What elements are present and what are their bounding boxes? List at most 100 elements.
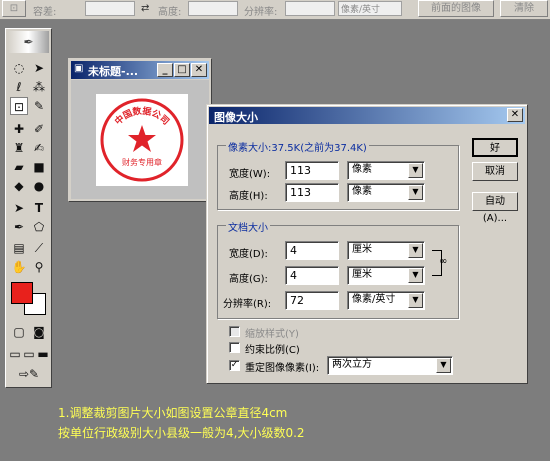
history-brush-icon[interactable]: ✍ (30, 139, 48, 157)
hand-tool-icon[interactable]: ✋ (10, 258, 28, 276)
pixel-width-label: 宽度(W): (229, 169, 271, 180)
document-size-legend: 文档大小 (226, 219, 270, 234)
seal-arc-text: 中国数据公司 (112, 105, 171, 128)
path-select-icon[interactable]: ➤ (10, 199, 28, 217)
seal-image: 中国数据公司 财务专用章 (100, 98, 184, 182)
pixel-dimensions-legend: 像素大小:37.5K(之前为37.4K) (226, 139, 369, 154)
doc-width-label: 宽度(D): (229, 249, 268, 260)
chevron-down-icon: ▼ (408, 185, 423, 200)
move-tool-icon[interactable]: ➤ (30, 59, 48, 77)
swap-icon[interactable]: ⇄ (141, 3, 149, 14)
close-button[interactable]: ✕ (191, 63, 207, 77)
height-label: 高度: (158, 7, 182, 18)
doc-width-unit-select[interactable]: 厘米 ▼ (347, 241, 425, 260)
doc-width-field[interactable]: 4 (285, 241, 339, 260)
type-tool-icon[interactable]: T (30, 199, 48, 217)
healing-brush-icon[interactable]: ✚ (10, 120, 28, 138)
dialog-titlebar[interactable]: 图像大小 ✕ (209, 107, 525, 124)
doc-height-field[interactable]: 4 (285, 266, 339, 285)
resolution-label: 分辨率: (244, 7, 278, 18)
caption-line-2: 按单位行政级别大小县级一般为4,大小级数0.2 (58, 426, 305, 440)
jump-to-imageready-icon[interactable]: ⇨✎ (10, 365, 48, 383)
pixel-width-unit-select[interactable]: 像素 ▼ (347, 161, 425, 180)
standard-mode-icon[interactable]: ▢ (10, 323, 28, 341)
front-image-button[interactable]: 前面的图像 (418, 0, 494, 17)
image-size-dialog: 图像大小 ✕ 像素大小:37.5K(之前为37.4K) 宽度(W): 113 像… (206, 104, 528, 384)
dialog-close-button[interactable]: ✕ (507, 108, 523, 122)
screen-mode-1-icon[interactable]: ▭ (8, 345, 22, 363)
unit-select[interactable]: 像素/英寸 (338, 1, 402, 16)
crop-icon: ⊡ (9, 3, 19, 14)
document-title: 未标题-... (88, 65, 139, 78)
tolerance-input[interactable] (85, 1, 135, 16)
doc-height-unit-select[interactable]: 厘米 ▼ (347, 266, 425, 285)
chevron-down-icon: ▼ (408, 243, 423, 258)
chevron-down-icon: ▼ (408, 293, 423, 308)
svg-text:中国数据公司: 中国数据公司 (112, 105, 171, 128)
unit-select-value: 像素/英寸 (341, 5, 381, 15)
chevron-down-icon: ▼ (408, 163, 423, 178)
resample-method-select[interactable]: 两次立方 ▼ (327, 356, 453, 375)
clear-button[interactable]: 清除 (500, 0, 548, 17)
scale-styles-label: 缩放样式(Y) (245, 329, 299, 340)
marquee-tool-icon[interactable]: ◌ (10, 59, 28, 77)
screen-mode-2-icon[interactable]: ▭ (22, 345, 36, 363)
pixel-height-unit-value: 像素 (352, 186, 372, 197)
scale-styles-checkbox[interactable] (229, 326, 240, 337)
gradient-tool-icon[interactable]: ■ (30, 158, 48, 176)
pixel-height-unit-select[interactable]: 像素 ▼ (347, 183, 425, 202)
resolution-input[interactable] (285, 1, 335, 16)
constrain-proportions-checkbox[interactable] (229, 342, 240, 353)
quick-mask-icon[interactable]: ◙ (30, 323, 48, 341)
canvas[interactable]: 中国数据公司 财务专用章 (96, 94, 188, 186)
notes-tool-icon[interactable]: ▤ (10, 239, 28, 257)
shape-tool-icon[interactable]: ⬠ (30, 218, 48, 236)
stamp-tool-icon[interactable]: ♜ (10, 139, 28, 157)
resample-label: 重定图像像素(I): (245, 363, 320, 374)
resolution-unit-value: 像素/英寸 (352, 294, 396, 305)
chevron-down-icon: ▼ (408, 268, 423, 283)
seal-sub-text: 财务专用章 (122, 157, 162, 167)
pixel-width-field[interactable]: 113 (285, 161, 339, 180)
lasso-tool-icon[interactable]: ℓ (10, 78, 28, 96)
maximize-button[interactable]: □ (174, 63, 190, 77)
toolbox: ✒ ◌ ➤ ℓ ⁂ ⊡ ✎ ✚ ✐ ♜ ✍ ▰ ■ ◆ ● ➤ T ✒ ⬠ ▤ … (5, 28, 52, 388)
chain-link-icon: ∞ (439, 256, 448, 267)
foreground-color-swatch[interactable] (11, 282, 33, 304)
canvas-area: 中国数据公司 财务专用章 (71, 80, 209, 199)
crop-tool-preset-button[interactable]: ⊡ (2, 0, 26, 17)
chevron-down-icon: ▼ (436, 358, 451, 373)
options-bar: ⊡ 容差: ⇄ 高度: 分辨率: 像素/英寸 前面的图像 清除 (0, 0, 550, 20)
slice-tool-icon[interactable]: ✎ (30, 97, 48, 115)
resample-method-value: 两次立方 (332, 359, 372, 370)
height-input[interactable] (188, 1, 238, 16)
doc-height-unit-value: 厘米 (352, 269, 372, 280)
crop-tool-icon[interactable]: ⊡ (10, 97, 28, 115)
dodge-tool-icon[interactable]: ● (30, 177, 48, 195)
eraser-tool-icon[interactable]: ▰ (10, 158, 28, 176)
pixel-height-field[interactable]: 113 (285, 183, 339, 202)
doc-width-unit-value: 厘米 (352, 244, 372, 255)
pen-tool-icon[interactable]: ✒ (10, 218, 28, 236)
screen-mode-3-icon[interactable]: ▬ (36, 345, 50, 363)
resample-checkbox[interactable]: ✓ (229, 360, 240, 371)
magic-wand-icon[interactable]: ⁂ (30, 78, 48, 96)
minimize-button[interactable]: _ (157, 63, 173, 77)
eyedropper-icon[interactable]: ⟋ (30, 239, 48, 257)
resolution-field[interactable]: 72 (285, 291, 339, 310)
resolution-label: 分辨率(R): (223, 299, 272, 310)
brush-tool-icon[interactable]: ✐ (30, 120, 48, 138)
doc-height-label: 高度(G): (229, 274, 268, 285)
dialog-title: 图像大小 (214, 111, 258, 124)
pixel-width-unit-value: 像素 (352, 164, 372, 175)
cancel-button[interactable]: 取消 (472, 162, 518, 181)
zoom-tool-icon[interactable]: ⚲ (30, 258, 48, 276)
ok-button[interactable]: 好 (472, 138, 518, 157)
feather-logo-icon: ✒ (8, 31, 49, 53)
constrain-proportions-label: 约束比例(C) (245, 345, 300, 356)
resolution-unit-select[interactable]: 像素/英寸 ▼ (347, 291, 425, 310)
auto-button[interactable]: 自动(A)... (472, 192, 518, 224)
document-icon: ▣ (74, 63, 84, 74)
blur-tool-icon[interactable]: ◆ (10, 177, 28, 195)
document-titlebar[interactable]: ▣ 未标题-... _ □ ✕ (71, 61, 209, 79)
